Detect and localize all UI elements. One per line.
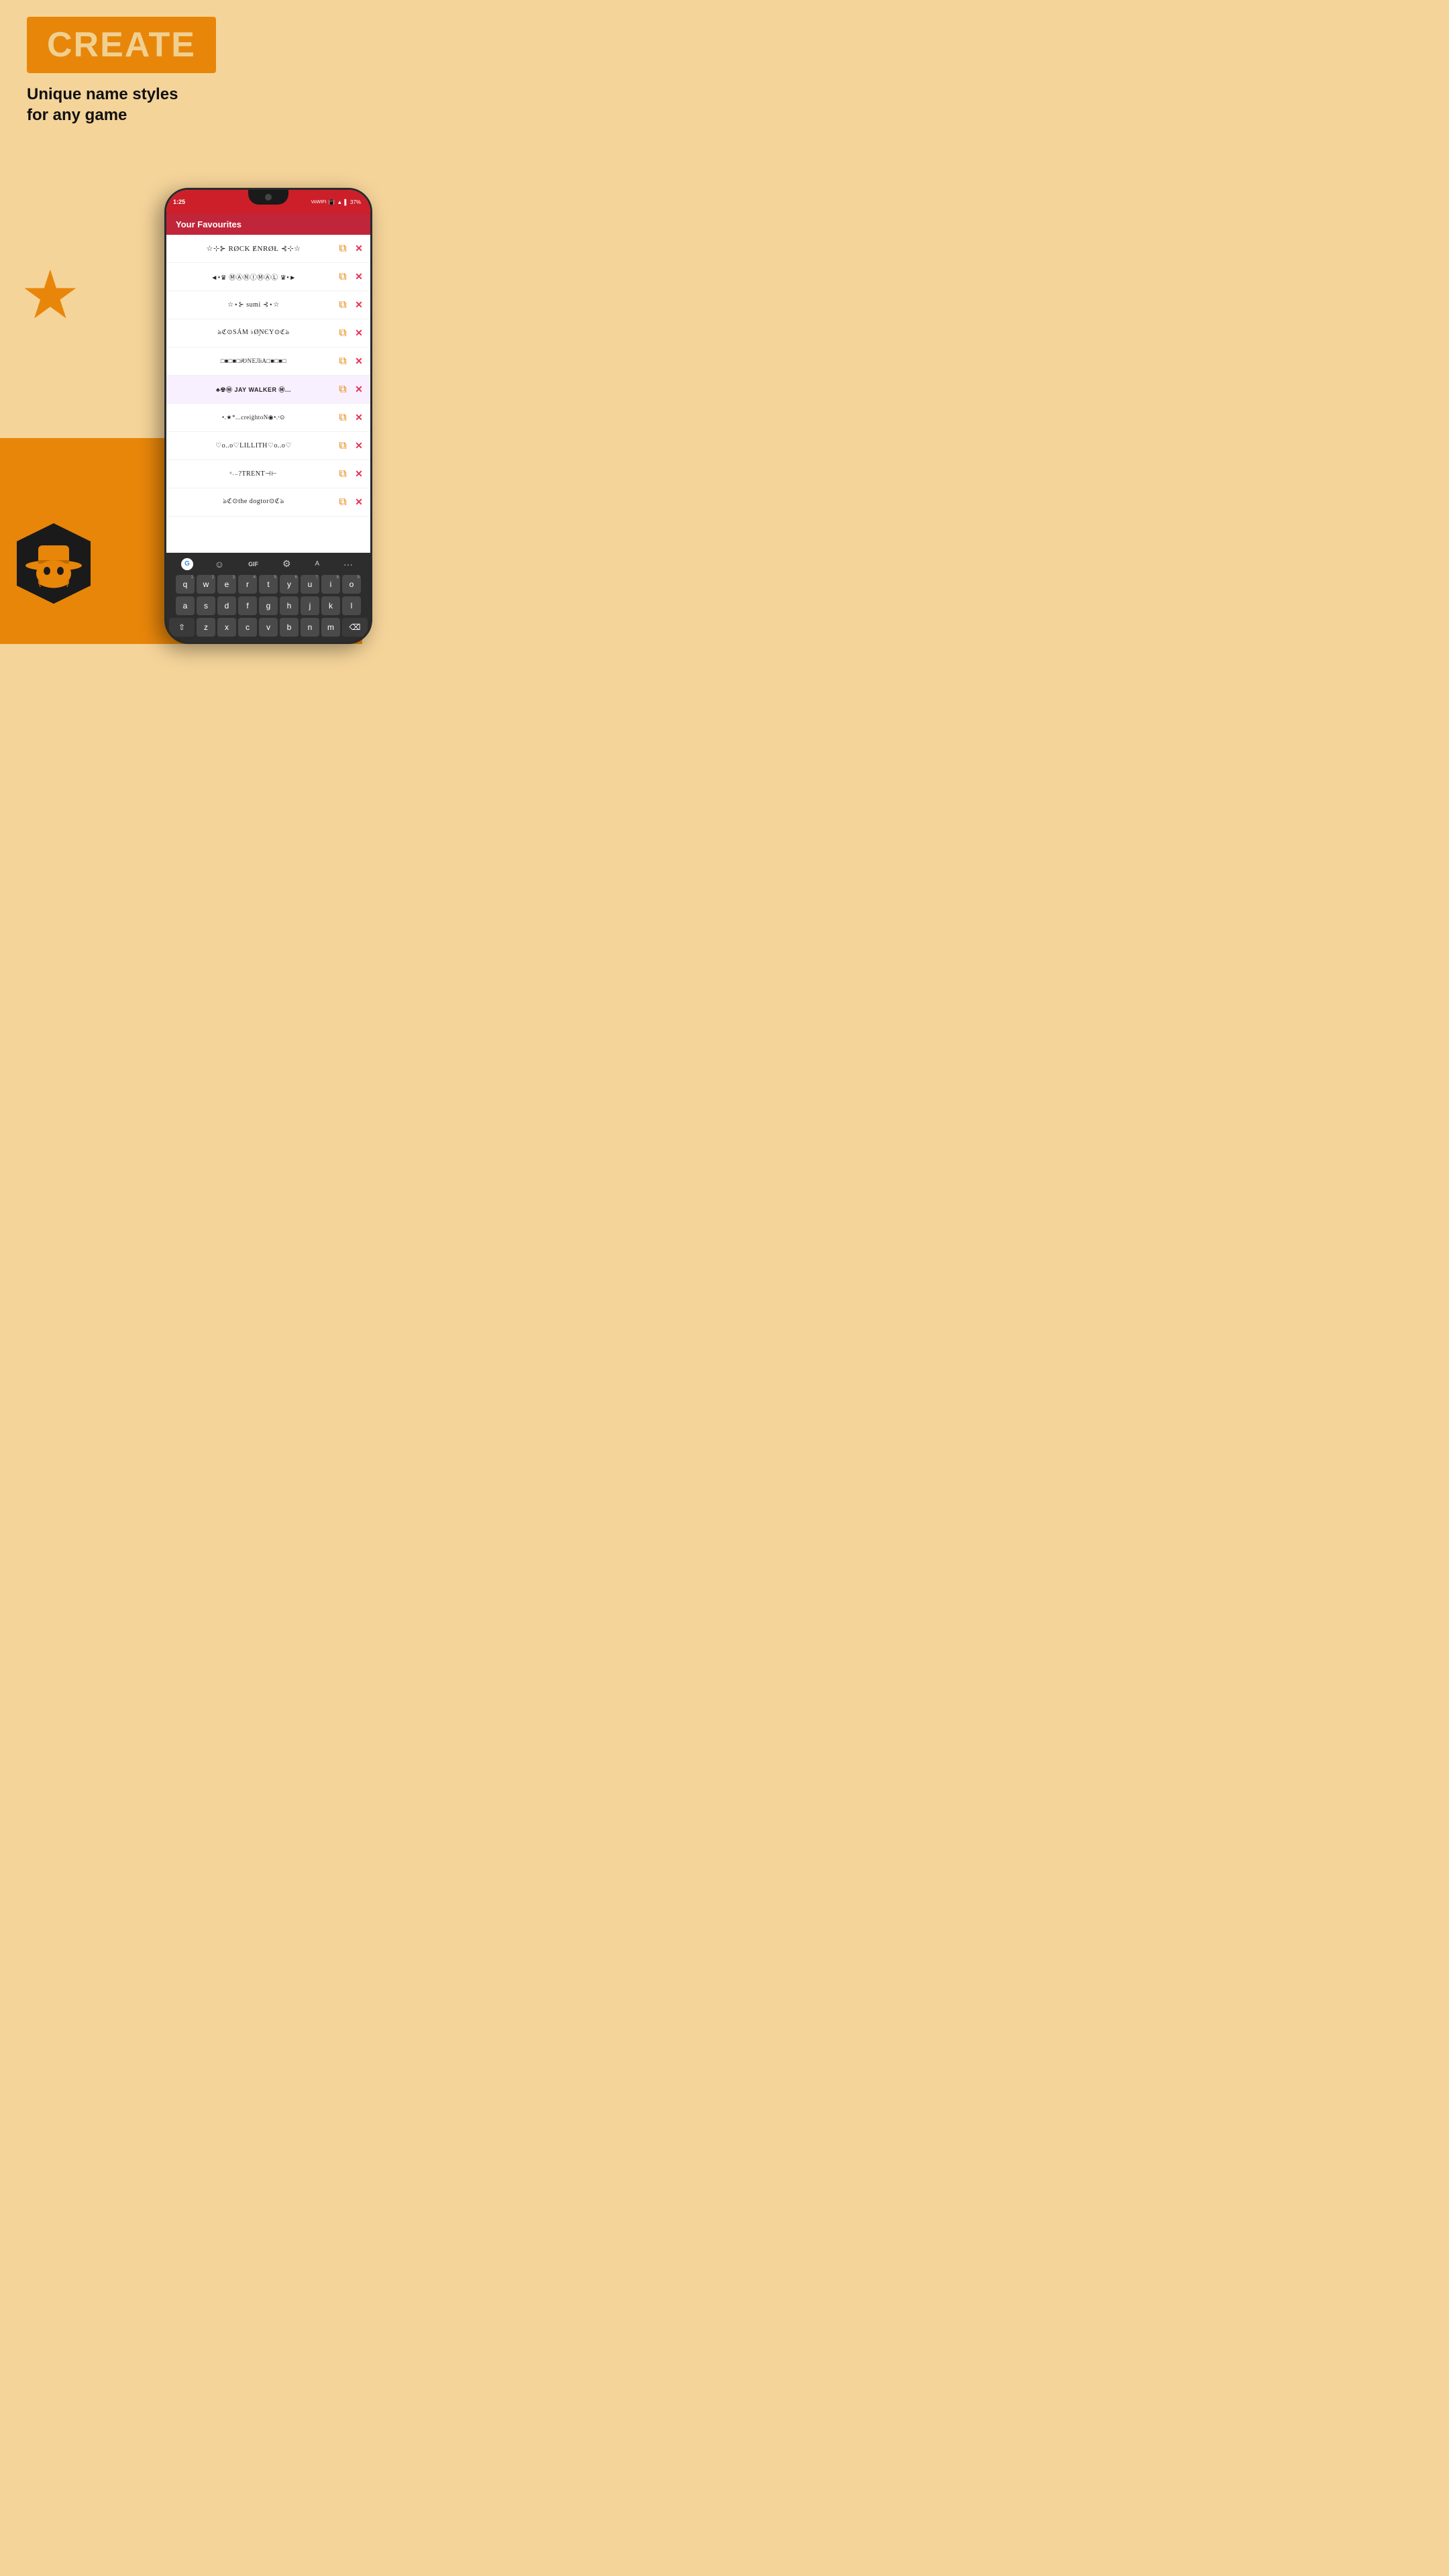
- app-header: Your Favourites: [166, 214, 370, 235]
- settings-button[interactable]: ⚙: [280, 557, 294, 571]
- key-q[interactable]: q1: [176, 575, 195, 594]
- key-u[interactable]: u7: [301, 575, 319, 594]
- create-label: CREATE: [47, 25, 196, 64]
- header-title: Your Favourites: [176, 219, 241, 229]
- delete-button-3[interactable]: ✕: [353, 299, 365, 311]
- mascot-logo: [10, 520, 97, 607]
- translate-button[interactable]: A: [312, 559, 322, 569]
- fav-name-3: ☆⋆⊱ sumi ⊰⋆☆: [172, 301, 335, 309]
- copy-button-6[interactable]: ⧉: [335, 382, 350, 397]
- delete-button-6[interactable]: ✕: [353, 384, 365, 396]
- signal-icon: ▌: [344, 199, 348, 205]
- list-item: ঌℭ⊙SÁM ♭ØƝЄY⊙ℭঌ ⧉ ✕: [166, 319, 370, 347]
- fav-name-1: ☆⊹⊱ RØCK ɆNRØŁ ⊰⊹☆: [172, 244, 335, 253]
- fav-name-4: ঌℭ⊙SÁM ♭ØƝЄY⊙ℭঌ: [172, 327, 335, 339]
- list-item: ♣☢Ⓜ JAY WALKER Ⓜ... ⧉ ✕: [166, 376, 370, 404]
- list-item: ◄•♛ ⓂⒶⓃⒾⓂⒶⓁ ♛•► ⧉ ✕: [166, 263, 370, 291]
- list-item: □■□■□ᎥᎧNЕЛᎥA□■□■□ ⧉ ✕: [166, 347, 370, 376]
- copy-button-8[interactable]: ⧉: [335, 439, 350, 453]
- key-d[interactable]: d: [217, 596, 236, 615]
- keyboard-toolbar: G ☺ GIF ⚙ A ···: [169, 557, 368, 571]
- google-button[interactable]: G: [181, 558, 193, 570]
- key-f[interactable]: f: [238, 596, 257, 615]
- delete-button-2[interactable]: ✕: [353, 271, 365, 283]
- vibrate-icon: 📳: [328, 199, 335, 205]
- list-item: ᵒ˒₋?TRENT⊣⊢ ⧉ ✕: [166, 460, 370, 488]
- emoji-button[interactable]: ☺: [212, 557, 227, 571]
- phone-body: 1:25 VoWIFI 📳 ▲ ▌ 37% Your Favourites ☆⊹…: [164, 188, 372, 644]
- delete-button-10[interactable]: ✕: [353, 496, 365, 508]
- key-s[interactable]: s: [197, 596, 215, 615]
- camera: [265, 194, 272, 201]
- fav-name-8: ♡o..o♡LILLITH♡o..o♡: [172, 442, 335, 449]
- fav-name-6: ♣☢Ⓜ JAY WALKER Ⓜ...: [172, 385, 335, 394]
- more-button[interactable]: ···: [341, 557, 356, 571]
- phone-mockup: 1:25 VoWIFI 📳 ▲ ▌ 37% Your Favourites ☆⊹…: [164, 188, 372, 644]
- delete-button-7[interactable]: ✕: [353, 412, 365, 424]
- delete-button-5[interactable]: ✕: [353, 356, 365, 368]
- copy-button-2[interactable]: ⧉: [335, 270, 350, 284]
- phone-screen: 1:25 VoWIFI 📳 ▲ ▌ 37% Your Favourites ☆⊹…: [166, 190, 370, 618]
- key-w[interactable]: w2: [197, 575, 215, 594]
- star-icon: ★: [20, 262, 80, 329]
- fav-name-9: ᵒ˒₋?TRENT⊣⊢: [172, 470, 335, 478]
- wifi-icon: ▲: [337, 199, 342, 205]
- key-l[interactable]: l: [342, 596, 361, 615]
- list-item: ঌℭ⊙the dogtor⊙ℭঌ ⧉ ✕: [166, 488, 370, 517]
- list-item: ☆⋆⊱ sumi ⊰⋆☆ ⧉ ✕: [166, 291, 370, 319]
- keyboard-row-1: q1 w2 e3 r4 t5 y6 u7 i8 o9: [169, 575, 368, 594]
- delete-button-1[interactable]: ✕: [353, 243, 365, 255]
- status-icons: VoWIFI 📳 ▲ ▌ 37%: [311, 199, 361, 205]
- battery-level: 37%: [350, 199, 361, 205]
- key-r[interactable]: r4: [238, 575, 257, 594]
- key-y[interactable]: y6: [280, 575, 299, 594]
- list-item: ♡o..o♡LILLITH♡o..o♡ ⧉ ✕: [166, 432, 370, 460]
- key-k[interactable]: k: [321, 596, 340, 615]
- key-o[interactable]: o9: [342, 575, 361, 594]
- copy-button-4[interactable]: ⧉: [335, 326, 350, 341]
- list-item: •.★*...creiġhtoN◉•.ˢ⊙ ⧉ ✕: [166, 404, 370, 432]
- copy-button-10[interactable]: ⧉: [335, 495, 350, 510]
- delete-button-8[interactable]: ✕: [353, 440, 365, 452]
- copy-button-5[interactable]: ⧉: [335, 354, 350, 369]
- key-i[interactable]: i8: [321, 575, 340, 594]
- keyboard-row-2: a s d f g h j k l: [169, 596, 368, 615]
- vowifi-icon: VoWIFI: [311, 200, 326, 205]
- create-banner: CREATE: [27, 17, 216, 73]
- key-t[interactable]: t5: [259, 575, 278, 594]
- key-a[interactable]: a: [176, 596, 195, 615]
- key-j[interactable]: j: [301, 596, 319, 615]
- fav-name-7: •.★*...creiġhtoN◉•.ˢ⊙: [172, 414, 335, 421]
- fav-name-10: ঌℭ⊙the dogtor⊙ℭঌ: [172, 496, 335, 508]
- copy-button-7[interactable]: ⧉: [335, 411, 350, 425]
- copy-button-1[interactable]: ⧉: [335, 241, 350, 256]
- delete-button-4[interactable]: ✕: [353, 327, 365, 339]
- delete-button-9[interactable]: ✕: [353, 468, 365, 480]
- status-time: 1:25: [173, 199, 185, 205]
- phone-notch: [248, 190, 288, 205]
- subtitle: Unique name styles for any game: [27, 84, 178, 125]
- copy-button-3[interactable]: ⧉: [335, 298, 350, 313]
- subtitle-line1: Unique name styles: [27, 84, 178, 105]
- key-g[interactable]: g: [259, 596, 278, 615]
- list-item: ☆⊹⊱ RØCK ɆNRØŁ ⊰⊹☆ ⧉ ✕: [166, 235, 370, 263]
- key-e[interactable]: e3: [217, 575, 236, 594]
- gif-button[interactable]: GIF: [246, 559, 261, 569]
- copy-button-9[interactable]: ⧉: [335, 467, 350, 482]
- fav-name-2: ◄•♛ ⓂⒶⓃⒾⓂⒶⓁ ♛•►: [172, 272, 335, 282]
- fav-name-5: □■□■□ᎥᎧNЕЛᎥA□■□■□: [172, 358, 335, 365]
- key-h[interactable]: h: [280, 596, 299, 615]
- subtitle-line2: for any game: [27, 105, 178, 125]
- keyboard: G ☺ GIF ⚙ A ··· q1 w2 e3 r4 t5 y6 u7: [166, 553, 370, 618]
